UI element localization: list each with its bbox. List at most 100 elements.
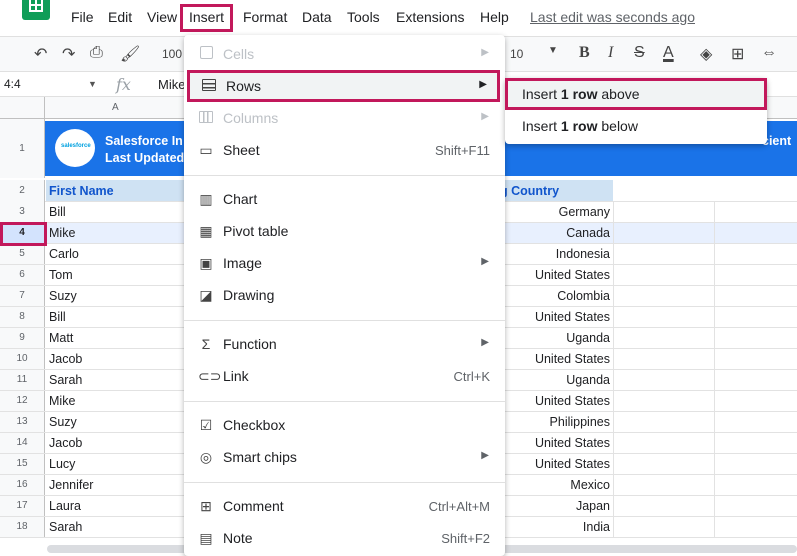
row-number[interactable]: 13	[0, 412, 45, 432]
row-number[interactable]: 8	[0, 307, 45, 327]
menu-item-smart-chips[interactable]: ◎ Smart chips ▶	[184, 441, 505, 473]
menu-edit[interactable]: Edit	[108, 8, 132, 26]
cell-country[interactable]: Japan	[576, 499, 610, 513]
menu-item-link[interactable]: ⊂⊃ Link Ctrl+K	[184, 360, 505, 392]
font-size-dropdown-icon[interactable]: ▼	[548, 45, 558, 56]
menu-item-rows[interactable]: Rows ▶	[187, 70, 500, 102]
shortcut-label: Shift+F2	[441, 531, 490, 546]
header-cell-country[interactable]: g Country	[500, 180, 613, 201]
row-number[interactable]: 15	[0, 454, 45, 474]
insert-row-above-button[interactable]: Insert 1 row above	[505, 78, 767, 110]
cell-country[interactable]: United States	[535, 268, 610, 282]
menu-item-sheet[interactable]: ▭ Sheet Shift+F11	[184, 134, 505, 166]
redo-icon[interactable]: ↷	[62, 44, 75, 64]
cell-first-name[interactable]: Carlo	[49, 247, 79, 261]
paint-format-icon[interactable]: 🖌	[120, 44, 140, 64]
cell-first-name[interactable]: Jacob	[49, 352, 82, 366]
cell-country[interactable]: Uganda	[566, 331, 610, 345]
submenu-arrow-icon: ▶	[481, 47, 489, 58]
cell-first-name[interactable]: Mike	[49, 226, 75, 240]
menu-divider	[184, 175, 505, 176]
menu-tools[interactable]: Tools	[347, 8, 380, 26]
menu-item-image[interactable]: ▣ Image ▶	[184, 247, 505, 279]
bold-icon[interactable]: B	[579, 44, 590, 62]
cell-first-name[interactable]: Bill	[49, 205, 66, 219]
shortcut-label: Shift+F11	[434, 143, 490, 158]
column-gridline	[714, 475, 715, 495]
cell-first-name[interactable]: Sarah	[49, 373, 82, 387]
row-number[interactable]: 14	[0, 433, 45, 453]
row-number[interactable]: 7	[0, 286, 45, 306]
menu-file[interactable]: File	[71, 8, 94, 26]
select-all-corner[interactable]	[0, 97, 45, 119]
menu-item-cells[interactable]: Cells ▶	[184, 38, 505, 70]
menu-view[interactable]: View	[147, 8, 177, 26]
cell-country[interactable]: Mexico	[570, 478, 610, 492]
row-number[interactable]: 2	[0, 180, 45, 202]
cell-first-name[interactable]: Suzy	[49, 415, 77, 429]
cell-first-name[interactable]: Mike	[49, 394, 75, 408]
row-number[interactable]: 11	[0, 370, 45, 390]
cell-country[interactable]: Indonesia	[556, 247, 610, 261]
cell-first-name[interactable]: Jennifer	[49, 478, 93, 492]
menu-item-pivot-table[interactable]: ▦ Pivot table	[184, 215, 505, 247]
menu-item-chart[interactable]: ▥ Chart	[184, 183, 505, 215]
cell-first-name[interactable]: Bill	[49, 310, 66, 324]
cell-first-name[interactable]: Sarah	[49, 520, 82, 534]
row-number[interactable]: 5	[0, 244, 45, 264]
cell-first-name[interactable]: Matt	[49, 331, 73, 345]
print-icon[interactable]: ⎙	[90, 44, 103, 62]
menu-item-comment[interactable]: ⊞ Comment Ctrl+Alt+M	[184, 490, 505, 522]
header-cell-first-name[interactable]: First Name	[46, 180, 186, 201]
formula-input[interactable]: Mike	[158, 77, 185, 92]
row-number[interactable]: 9	[0, 328, 45, 348]
row-number[interactable]: 16	[0, 475, 45, 495]
cell-first-name[interactable]: Lucy	[49, 457, 75, 471]
italic-icon[interactable]: I	[608, 44, 613, 62]
borders-icon[interactable]: ⊞	[731, 44, 744, 64]
menu-format[interactable]: Format	[243, 8, 287, 26]
row-number[interactable]: 17	[0, 496, 45, 516]
cell-first-name[interactable]: Laura	[49, 499, 81, 513]
insert-row-below-button[interactable]: Insert 1 row below	[505, 110, 767, 142]
cell-country[interactable]: Canada	[566, 226, 610, 240]
cell-first-name[interactable]: Suzy	[49, 289, 77, 303]
last-edit-link[interactable]: Last edit was seconds ago	[530, 9, 695, 25]
fill-color-icon[interactable]: ◈	[700, 44, 712, 64]
name-box[interactable]: 4:4	[4, 77, 21, 91]
menu-item-note[interactable]: ▤ Note Shift+F2	[184, 522, 505, 554]
row-number[interactable]: 10	[0, 349, 45, 369]
cell-country[interactable]: United States	[535, 394, 610, 408]
cell-first-name[interactable]: Jacob	[49, 436, 82, 450]
cell-country[interactable]: United States	[535, 352, 610, 366]
row-number[interactable]: 12	[0, 391, 45, 411]
cell-first-name[interactable]: Tom	[49, 268, 73, 282]
cell-country[interactable]: United States	[535, 310, 610, 324]
undo-icon[interactable]: ↶	[34, 44, 47, 64]
column-header-a[interactable]: A	[112, 102, 119, 113]
cell-country[interactable]: United States	[535, 436, 610, 450]
zoom-select[interactable]: 100	[162, 47, 182, 61]
menu-item-function[interactable]: Σ Function ▶	[184, 328, 505, 360]
menu-data[interactable]: Data	[302, 8, 332, 26]
menu-insert[interactable]: Insert	[180, 4, 234, 32]
cell-country[interactable]: United States	[535, 457, 610, 471]
strikethrough-icon[interactable]: S	[634, 44, 645, 62]
menu-item-checkbox[interactable]: ☑ Checkbox	[184, 409, 505, 441]
menu-item-columns[interactable]: Columns ▶	[184, 102, 505, 134]
name-box-dropdown-icon[interactable]: ▼	[88, 79, 97, 89]
row-number[interactable]: 3	[0, 202, 45, 222]
cell-country[interactable]: Uganda	[566, 373, 610, 387]
cell-country[interactable]: Philippines	[550, 415, 610, 429]
menu-extensions[interactable]: Extensions	[396, 8, 464, 26]
merge-cells-icon[interactable]: ⇔	[761, 44, 777, 62]
menu-help[interactable]: Help	[480, 8, 509, 26]
cell-country[interactable]: India	[583, 520, 610, 534]
menu-item-drawing[interactable]: ◪ Drawing	[184, 279, 505, 311]
text-color-icon[interactable]: A	[663, 44, 674, 62]
font-size-input[interactable]: 10	[510, 47, 523, 61]
row-number[interactable]: 6	[0, 265, 45, 285]
cell-country[interactable]: Colombia	[557, 289, 610, 303]
cell-country[interactable]: Germany	[559, 205, 610, 219]
row-number[interactable]: 18	[0, 517, 45, 537]
